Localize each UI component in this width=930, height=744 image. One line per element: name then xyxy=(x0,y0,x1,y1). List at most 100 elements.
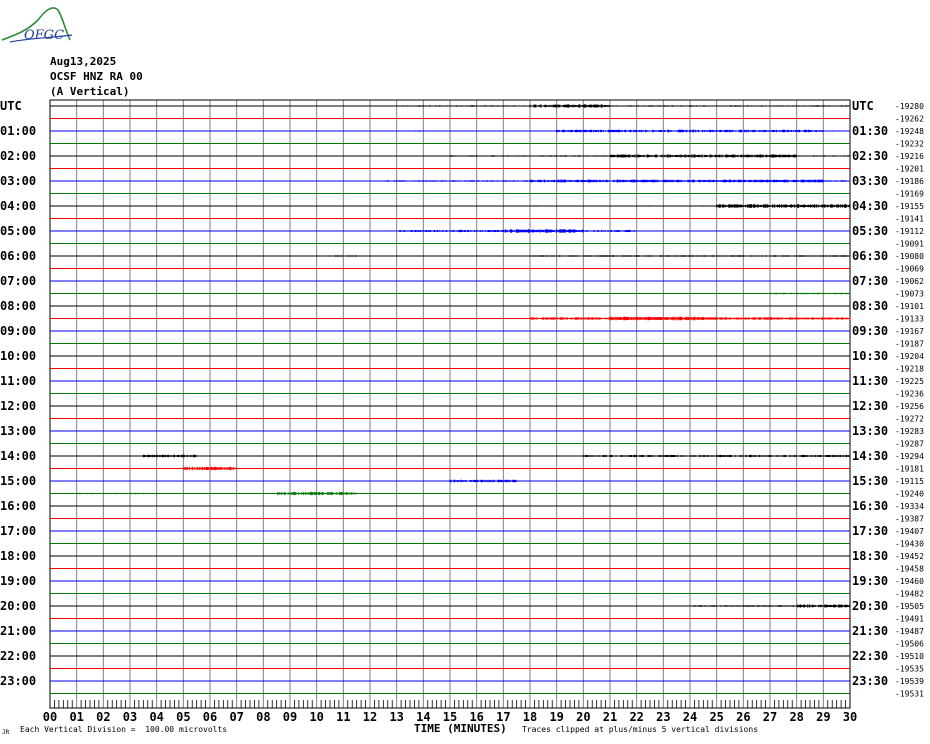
y-left-label: 06:00 xyxy=(0,249,36,263)
trace-offset-label: -19186 xyxy=(895,177,924,186)
trace-offset-label: -19232 xyxy=(895,140,924,149)
y-right-label: 19:30 xyxy=(852,574,888,588)
trace-offset-label: -19155 xyxy=(895,202,924,211)
trace-activity xyxy=(502,229,584,233)
y-left-label: 02:00 xyxy=(0,149,36,163)
trace-offset-label: -19225 xyxy=(895,377,924,386)
y-left-label: 20:00 xyxy=(0,599,36,613)
y-left-label: 11:00 xyxy=(0,374,36,388)
trace-offset-label: -19283 xyxy=(895,427,924,436)
trace-offset-label: -19430 xyxy=(895,540,924,549)
y-right-label: 02:30 xyxy=(852,149,888,163)
x-tick-label: 12 xyxy=(363,710,377,724)
y-right-label: 10:30 xyxy=(852,349,888,363)
y-right-label: 03:30 xyxy=(852,174,888,188)
y-left-label: 07:00 xyxy=(0,274,36,288)
trace-offset-label: -19080 xyxy=(895,252,924,261)
trace-activity xyxy=(529,255,851,257)
x-tick-label: 23 xyxy=(656,710,670,724)
y-left-label: 01:00 xyxy=(0,124,36,138)
trace-offset-label: -19248 xyxy=(895,127,924,136)
trace-offset-label: -19167 xyxy=(895,327,924,336)
y-right-label: UTC xyxy=(852,99,874,113)
trace-offset-label: -19287 xyxy=(895,440,924,449)
trace-offset-label: -19115 xyxy=(895,477,924,486)
trace-offset-label: -19505 xyxy=(895,602,924,611)
trace-offset-label: -19073 xyxy=(895,290,924,299)
trace-activity xyxy=(142,454,197,458)
trace-offset-label: -19460 xyxy=(895,577,924,586)
trace-offset-label: -19506 xyxy=(895,640,924,649)
x-tick-label: 06 xyxy=(203,710,217,724)
y-right-label: 08:30 xyxy=(852,299,888,313)
x-tick-label: 25 xyxy=(709,710,723,724)
x-tick-label: 18 xyxy=(523,710,537,724)
trace-offset-label: -19280 xyxy=(895,102,924,111)
x-tick-label: 13 xyxy=(389,710,403,724)
trace-offset-label: -19535 xyxy=(895,665,924,674)
footer-small-mark: JR xyxy=(2,729,10,736)
seismogram-chart: -19280 -19262 -19248 -19232 -19216 -19201 -191… xyxy=(0,99,924,724)
y-right-label: 01:30 xyxy=(852,124,888,138)
trace-activity xyxy=(529,179,824,183)
y-left-label: 14:00 xyxy=(0,449,36,463)
y-right-label: 22:30 xyxy=(852,649,888,663)
x-tick-label: 08 xyxy=(256,710,270,724)
y-right-label: 16:30 xyxy=(852,499,888,513)
trace-activity xyxy=(529,104,611,108)
trace-offset-label: -19204 xyxy=(895,352,924,361)
trace-offset-label: -19240 xyxy=(895,490,924,499)
trace-offset-label: -19181 xyxy=(895,465,924,474)
x-tick-label: 28 xyxy=(789,710,803,724)
y-right-label: 17:30 xyxy=(852,524,888,538)
y-left-label: 22:00 xyxy=(0,649,36,663)
trace-offset-label: -19218 xyxy=(895,365,924,374)
y-left-label: 03:00 xyxy=(0,174,36,188)
trace-offset-label: -19256 xyxy=(895,402,924,411)
trace-activity xyxy=(716,204,851,208)
trace-offset-label: -19531 xyxy=(895,690,924,699)
x-tick-label: 04 xyxy=(149,710,163,724)
trace-offset-label: -19334 xyxy=(895,502,924,511)
x-tick-label: 07 xyxy=(229,710,243,724)
trace-activity xyxy=(556,129,824,133)
y-left-label: 23:00 xyxy=(0,674,36,688)
x-tick-label: 26 xyxy=(736,710,750,724)
y-left-label: 12:00 xyxy=(0,399,36,413)
trace-offset-label: -19539 xyxy=(895,677,924,686)
y-right-label: 07:30 xyxy=(852,274,888,288)
y-left-label: 19:00 xyxy=(0,574,36,588)
x-tick-label: 01 xyxy=(69,710,83,724)
x-tick-label: 09 xyxy=(283,710,297,724)
y-right-label: 15:30 xyxy=(852,474,888,488)
trace-offset-label: -19112 xyxy=(895,227,924,236)
y-left-label: 04:00 xyxy=(0,199,36,213)
y-left-label: 08:00 xyxy=(0,299,36,313)
trace-activity xyxy=(609,154,797,158)
y-right-label: 09:30 xyxy=(852,324,888,338)
y-left-label: 16:00 xyxy=(0,499,36,513)
trace-offset-label: -19187 xyxy=(895,340,924,349)
trace-offset-label: -19216 xyxy=(895,152,924,161)
trace-offset-label: -19236 xyxy=(895,390,924,399)
y-right-label: 20:30 xyxy=(852,599,888,613)
y-right-label: 06:30 xyxy=(852,249,888,263)
trace-offset-label: -19458 xyxy=(895,565,924,574)
trace-offset-label: -19452 xyxy=(895,552,924,561)
footer-clip-note: Traces clipped at plus/minus 5 vertical … xyxy=(522,725,759,734)
y-left-label: 10:00 xyxy=(0,349,36,363)
trace-offset-label: -19201 xyxy=(895,165,924,174)
y-left-label: 09:00 xyxy=(0,324,36,338)
x-axis-title: TIME (MINUTES) xyxy=(414,722,507,735)
x-tick-label: 19 xyxy=(549,710,563,724)
trace-offset-label: -19491 xyxy=(895,615,924,624)
y-left-label: 05:00 xyxy=(0,224,36,238)
trace-offset-label: -19487 xyxy=(895,627,924,636)
x-tick-label: 00 xyxy=(43,710,57,724)
x-tick-label: 27 xyxy=(763,710,777,724)
x-tick-label: 29 xyxy=(816,710,830,724)
trace-offset-label: -19169 xyxy=(895,190,924,199)
y-left-label: 17:00 xyxy=(0,524,36,538)
y-right-label: 04:30 xyxy=(852,199,888,213)
x-tick-label: 20 xyxy=(576,710,590,724)
